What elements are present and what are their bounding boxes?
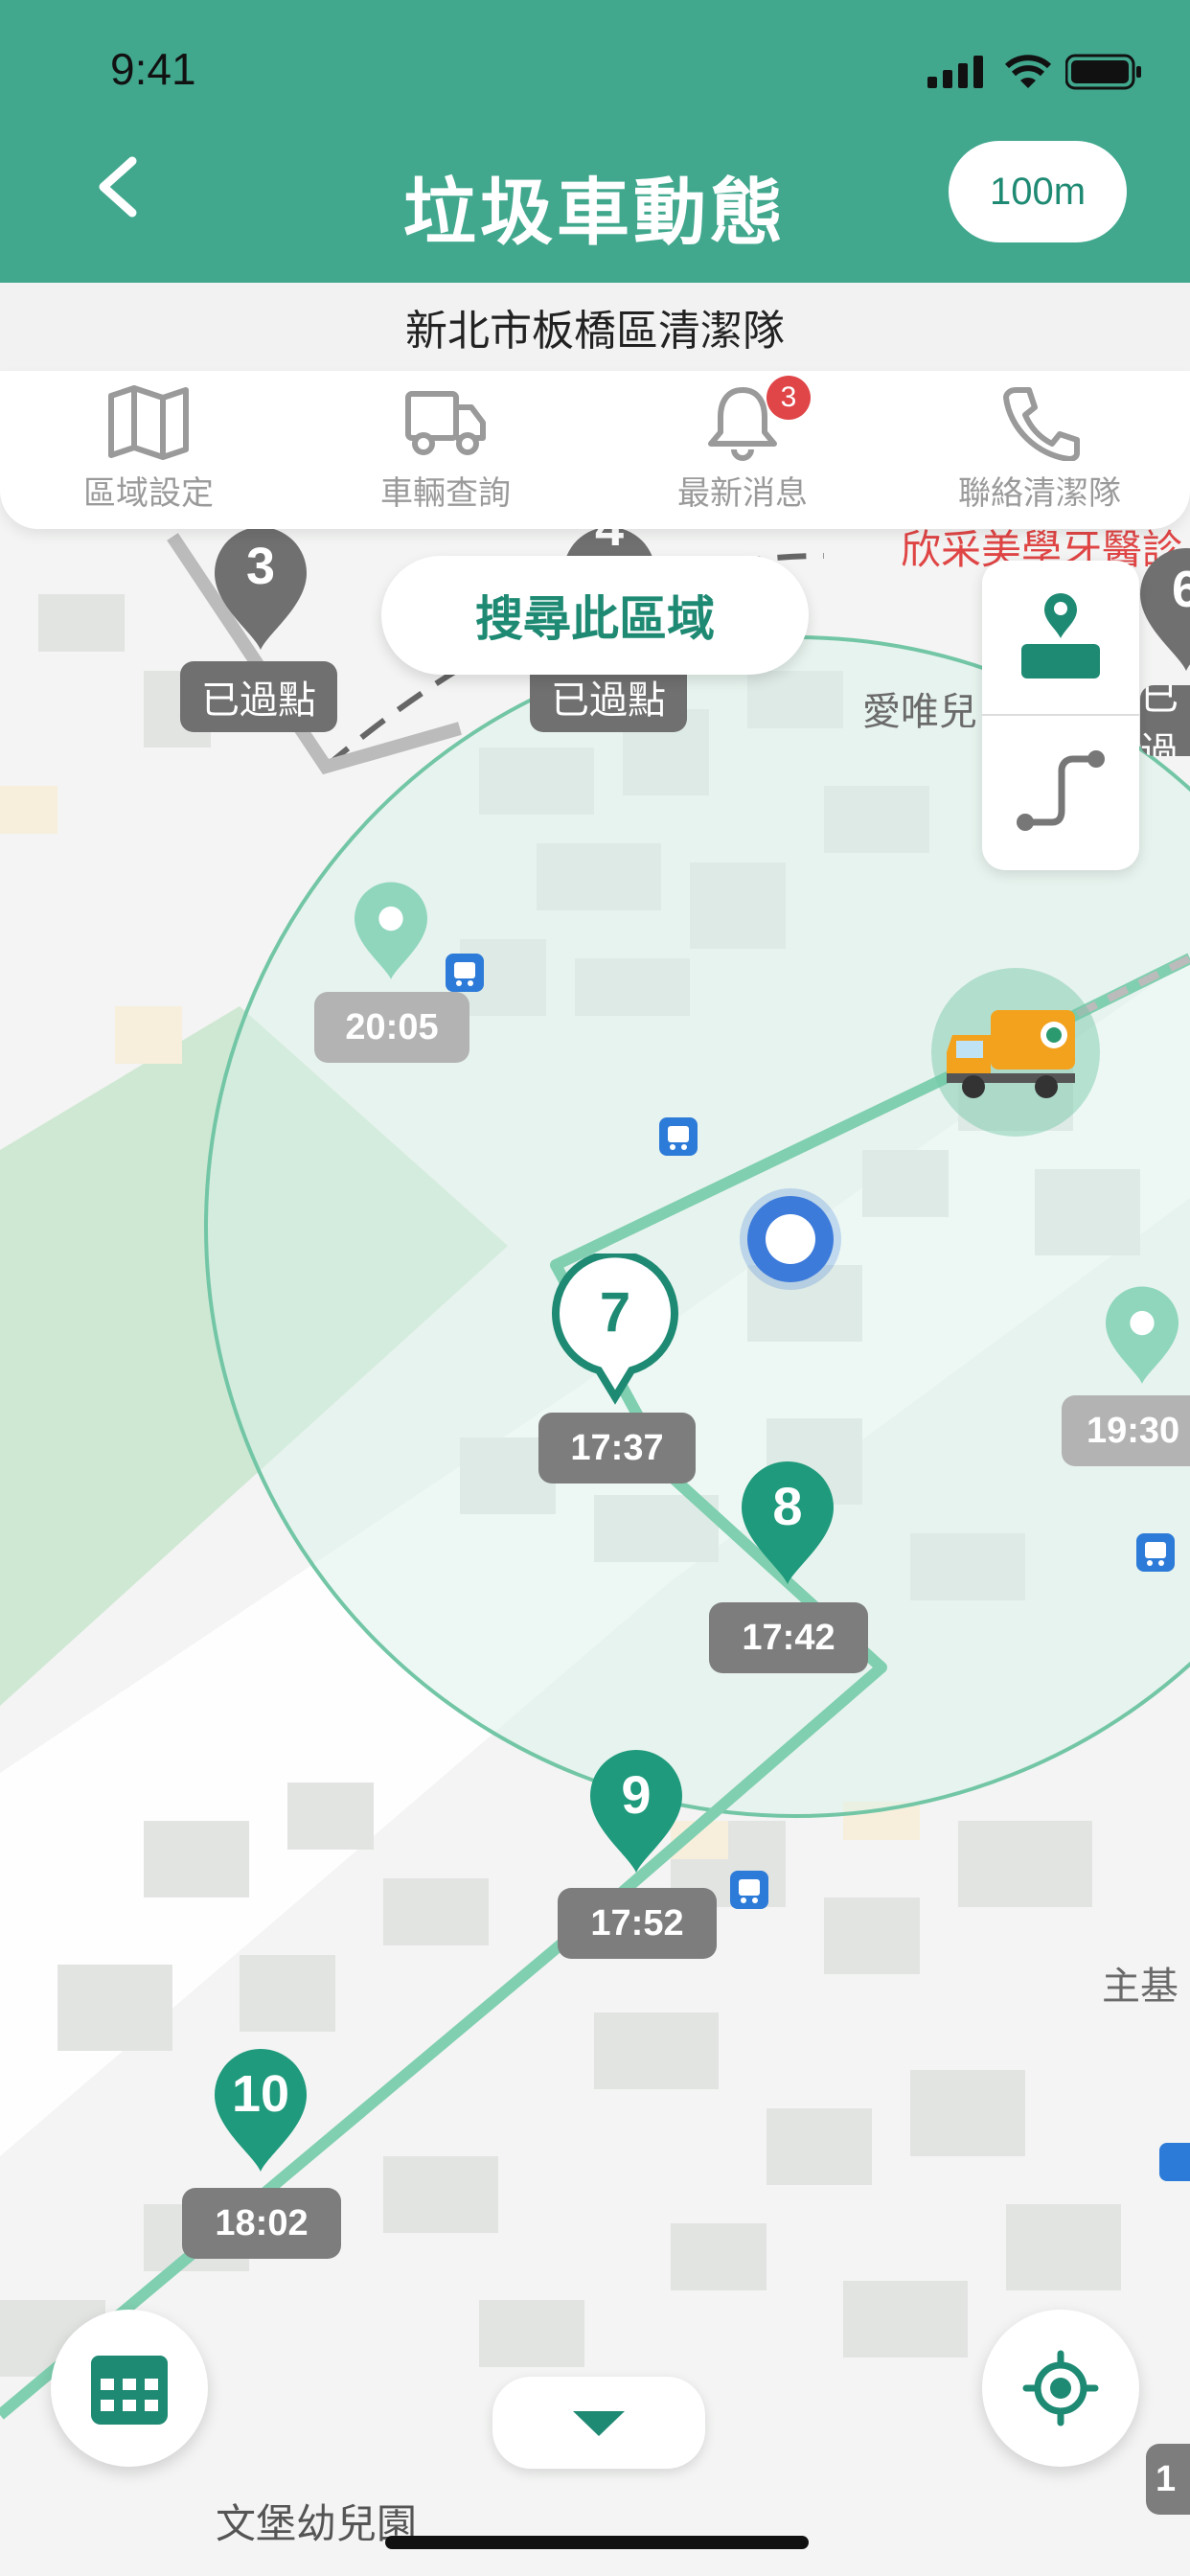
calendar-icon <box>91 2356 168 2425</box>
kindergarten-label: 愛唯兒 <box>862 690 977 734</box>
stop-time-label-partial: 1 <box>1146 2444 1190 2515</box>
stop-number: 7 <box>599 1281 631 1344</box>
stop-number: 3 <box>245 538 276 595</box>
person-pin-button[interactable] <box>1014 585 1108 684</box>
stop-number: 4 <box>594 527 625 557</box>
stop-time-label: 20:05 <box>314 992 469 1063</box>
stop-time-label: 19:30 <box>1062 1395 1190 1466</box>
map-icon <box>108 385 189 460</box>
stop-time-label: 17:42 <box>709 1602 868 1673</box>
stop-number: 6 <box>1171 561 1190 618</box>
stop-status-label: 已過 <box>1140 685 1190 756</box>
calendar-button[interactable] <box>51 2310 208 2467</box>
divider <box>982 714 1139 716</box>
tab-label: 區域設定 <box>83 474 214 513</box>
locate-icon <box>1022 2350 1099 2426</box>
range-button[interactable]: 100m <box>949 141 1127 242</box>
chevron-down-icon <box>573 2411 625 2436</box>
bus-stop-icon[interactable] <box>1136 1533 1175 1576</box>
route-button[interactable] <box>1014 748 1108 838</box>
tab-region-settings[interactable]: 區域設定 <box>0 371 297 529</box>
bus-stop-icon[interactable] <box>730 1871 768 1913</box>
tab-bar: 區域設定 車輛查詢 最新消息 聯絡清潔隊 <box>0 371 1190 529</box>
route-icon <box>1017 750 1105 831</box>
battery-icon <box>1064 54 1142 94</box>
locate-button[interactable] <box>982 2310 1139 2467</box>
truck-icon <box>405 391 486 455</box>
stop-marker-10[interactable]: 10 <box>215 2049 307 2177</box>
stop-time-label: 17:52 <box>558 1888 717 1959</box>
status-time: 9:41 <box>110 44 196 94</box>
phone-icon <box>1003 387 1080 461</box>
stop-marker-8[interactable]: 8 <box>742 1461 834 1590</box>
stop-marker-6[interactable]: 6 <box>1140 548 1190 673</box>
stop-marker-3[interactable]: 3 <box>215 527 307 656</box>
stop-marker-pin[interactable] <box>1106 1286 1179 1390</box>
tab-label: 聯絡清潔隊 <box>958 474 1121 513</box>
street-label: 主基 <box>1102 1965 1179 2009</box>
district-subtitle: 新北市板橋區清潔隊 <box>0 283 1190 371</box>
stop-marker-9[interactable]: 9 <box>590 1750 682 1878</box>
stop-time-label: 17:37 <box>538 1413 696 1484</box>
home-indicator <box>385 2536 809 2549</box>
stop-number: 9 <box>621 1764 652 1825</box>
tab-label: 車輛查詢 <box>380 474 511 513</box>
bus-stop-icon[interactable] <box>659 1117 698 1160</box>
tab-news[interactable]: 最新消息 <box>594 371 891 529</box>
stop-number: 8 <box>772 1476 803 1536</box>
tab-contact[interactable]: 聯絡清潔隊 <box>891 371 1188 529</box>
garbage-truck-icon <box>947 1010 1075 1098</box>
stop-marker-pin[interactable] <box>355 882 427 985</box>
notification-badge: 3 <box>767 376 811 420</box>
stop-status-label: 已過點 <box>180 661 337 732</box>
collapse-button[interactable] <box>492 2377 705 2469</box>
user-location-marker <box>747 1196 834 1282</box>
person-pin-icon <box>1021 593 1100 678</box>
wifi-icon <box>1004 54 1052 94</box>
search-area-button[interactable]: 搜尋此區域 <box>381 556 809 675</box>
stop-time-label: 18:02 <box>182 2188 341 2259</box>
tab-vehicle-search[interactable]: 車輛查詢 <box>297 371 594 529</box>
stop-marker-7[interactable]: 7 <box>551 1250 679 1411</box>
bus-stop-icon[interactable] <box>1159 2143 1190 2185</box>
truck-marker[interactable] <box>931 968 1100 1137</box>
tab-label: 最新消息 <box>677 474 808 513</box>
bus-stop-icon[interactable] <box>446 954 484 996</box>
signal-icon <box>927 56 989 92</box>
stop-number: 10 <box>231 2065 290 2123</box>
